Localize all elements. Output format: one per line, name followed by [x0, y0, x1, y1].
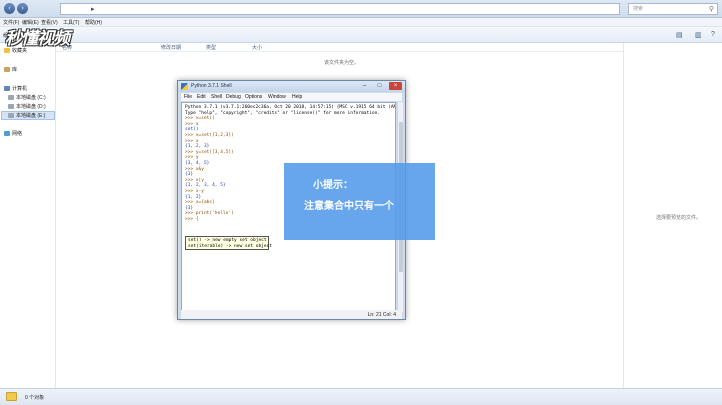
shell-title-bar[interactable]: Python 3.7.1 Shell – □ × [178, 81, 405, 92]
shell-line: {1, 2, 3, 4, 5} [185, 183, 226, 189]
shell-line: Type "help", "copyright", "credits" or "… [185, 110, 381, 116]
tip-text: 注意集合中只有一个 [304, 201, 394, 212]
shell-menu-bar: File Edit Shell Debug Options Window Hel… [181, 93, 402, 101]
view-options-icon[interactable]: ▤ [676, 31, 683, 39]
shell-line: set() [185, 127, 199, 133]
shell-menu-file[interactable]: File [184, 94, 192, 100]
library-icon [4, 67, 10, 73]
forward-icon[interactable]: › [17, 3, 28, 14]
shell-line: {3} [185, 205, 194, 211]
navigation-pane: 收藏夹 库 计算机 本地磁盘 (C:) 本地磁盘 (D:) 本地磁盘 (E:) … [0, 43, 56, 388]
preview-pane: 选择要预览的文件。 [623, 43, 722, 388]
shell-line: >>> x [185, 138, 199, 144]
shell-line: >>> x={abc} [185, 200, 215, 206]
shell-line: {3} [185, 172, 194, 178]
shell-line: {3, 4, 5} [185, 161, 210, 166]
folder-icon [6, 392, 17, 401]
nav-computer[interactable]: 计算机 [4, 85, 27, 92]
shell-line: Python 3.7.1 (v3.7.1:260ec2c36a, Oct 20 … [185, 105, 395, 110]
shell-line: >>> x=set() [185, 116, 215, 122]
shell-line: >>> x=set([1,2,3]) [185, 133, 234, 138]
search-placeholder: 搜索 [633, 6, 644, 12]
shell-menu-window[interactable]: Window [268, 94, 286, 100]
shell-menu-debug[interactable]: Debug [226, 94, 241, 100]
shell-line: >>> x [185, 121, 199, 127]
shell-line: >>> x&y [185, 166, 204, 172]
shell-line: >>> x|y [185, 177, 204, 183]
shell-menu-options[interactable]: Options [245, 94, 262, 100]
back-icon[interactable]: ‹ [4, 3, 15, 14]
network-icon [4, 131, 10, 137]
column-type[interactable]: 类型 [206, 44, 216, 51]
drive-icon [8, 113, 14, 119]
drive-icon [8, 104, 14, 110]
nav-drive-d[interactable]: 本地磁盘 (D:) [8, 103, 46, 110]
shell-line: >>> { [185, 217, 199, 222]
column-headers: 名称 修改日期 类型 大小 [56, 43, 623, 52]
object-count: 0 个对象 [25, 395, 45, 401]
shell-menu-edit[interactable]: Edit [197, 94, 206, 100]
minimize-icon[interactable]: – [358, 82, 371, 90]
preview-message: 选择要预览的文件。 [656, 215, 702, 221]
close-icon[interactable]: × [389, 82, 402, 90]
cursor-position: Ln: 21 Col: 4 [367, 312, 396, 318]
shell-status-bar: Ln: 21 Col: 4 [181, 310, 402, 319]
explorer-toolbar: 组织 ▾ ▤ ▥ ? [0, 27, 722, 43]
drive-icon [8, 95, 14, 101]
menu-help[interactable]: 帮助(H) [85, 19, 102, 26]
address-field[interactable]: ▸ [60, 3, 620, 15]
nav-drive-c[interactable]: 本地磁盘 (C:) [8, 94, 46, 101]
shell-line: {1, 2} [185, 194, 202, 200]
explorer-menu-bar: 文件(F) 编辑(E) 查看(V) 工具(T) 帮助(H) [0, 18, 722, 27]
preview-pane-icon[interactable]: ▥ [695, 31, 702, 39]
status-bar: 0 个对象 [0, 388, 722, 405]
tip-title: 小提示： [313, 180, 353, 191]
nav-drive-e[interactable]: 本地磁盘 (E:) [8, 112, 45, 119]
column-size[interactable]: 大小 [252, 44, 262, 51]
python-icon [181, 83, 188, 90]
watermark-logo: 秒懂视频 [5, 29, 70, 49]
shell-line: >>> y [185, 155, 199, 161]
computer-icon [4, 86, 10, 92]
calltip-line: set(iterable) -> new set object [188, 244, 272, 249]
search-icon[interactable]: ⚲ [709, 5, 714, 15]
empty-folder-message: 该文件夹为空。 [324, 60, 360, 66]
shell-line: >>> y=set([3,4,5]) [185, 149, 234, 155]
calltip: set() -> new empty set object set(iterab… [185, 236, 272, 250]
nav-libraries[interactable]: 库 [4, 66, 17, 73]
shell-title: Python 3.7.1 Shell [191, 83, 232, 89]
maximize-icon[interactable]: □ [373, 82, 386, 90]
nav-network[interactable]: 网络 [4, 130, 22, 137]
shell-line: >>> x-y [185, 189, 204, 194]
shell-menu-help[interactable]: Help [292, 94, 302, 100]
shell-menu-shell[interactable]: Shell [211, 94, 222, 100]
calltip-line: set() -> new empty set object [188, 238, 267, 243]
column-modified[interactable]: 修改日期 [161, 44, 181, 51]
shell-line: >>> print('hello') [185, 211, 234, 217]
tip-overlay: 小提示： 注意集合中只有一个 [284, 163, 435, 240]
search-input[interactable]: 搜索 ⚲ [628, 3, 718, 15]
address-bar-area: ‹ › ▸ 搜索 ⚲ [0, 0, 722, 18]
shell-line: {1, 2, 3} [185, 144, 210, 150]
address-arrow-icon: ▸ [91, 6, 95, 13]
help-icon[interactable]: ? [711, 31, 715, 38]
